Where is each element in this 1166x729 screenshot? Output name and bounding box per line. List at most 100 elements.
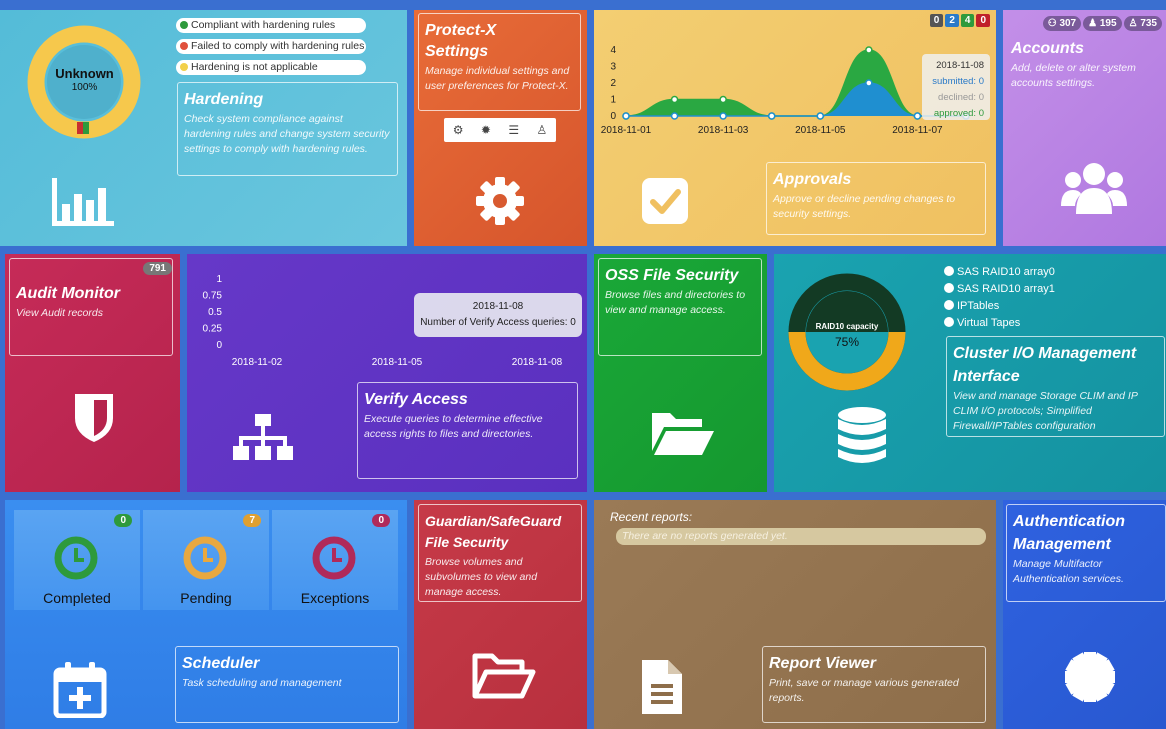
list-icon[interactable]: ☰ xyxy=(508,123,519,137)
clock-icon xyxy=(183,536,227,580)
x-tick-label: 2018-11-03 xyxy=(698,125,749,136)
tooltip-declined: declined: 0 xyxy=(938,92,984,103)
tile-title: Cluster I/O Management xyxy=(953,345,1137,362)
certificate-icon xyxy=(1065,652,1115,702)
tooltip-text: Number of Verify Access queries: 0 xyxy=(420,317,576,328)
x-tick-label: 2018-11-08 xyxy=(512,357,563,368)
audit-tile[interactable]: 791 Audit Monitor View Audit records xyxy=(5,254,180,492)
x-tick-label: 2018-11-05 xyxy=(372,357,423,368)
folder-open-outline-icon xyxy=(472,653,536,699)
completed-badge: 0 xyxy=(114,514,132,527)
data-point[interactable] xyxy=(865,46,873,54)
data-point[interactable] xyxy=(670,95,679,104)
tile-description: Manage Multifactor Authentication servic… xyxy=(1013,558,1124,585)
accounts-tile[interactable]: ⚇ 307 ♟ 195 ♙ 735 Accounts Add, delete o… xyxy=(1003,10,1166,246)
area-series-0 xyxy=(626,50,966,116)
legend-item: SAS RAID10 array0 xyxy=(944,264,1055,281)
hardening-gauge-percent: 100% xyxy=(71,82,98,93)
tile-title: Hardening xyxy=(184,91,264,108)
cogs-icon[interactable]: ⚙ xyxy=(453,123,464,137)
oss-info-box: OSS File Security Browse files and direc… xyxy=(598,258,762,356)
x-tick-label: 2018-11-05 xyxy=(795,125,846,136)
cluster-tile[interactable]: RAID10 capacity 75% SAS RAID10 array0 SA… xyxy=(774,254,1166,492)
tooltip-submitted: submitted: 0 xyxy=(932,76,984,87)
data-point[interactable] xyxy=(719,95,727,104)
verify-tile[interactable]: 0 0.25 0.5 0.75 1 2018-11-02 2018-11-05 2018-11… xyxy=(187,254,587,492)
user-icon[interactable]: ♙ xyxy=(537,123,548,137)
y-tick-label: 0 xyxy=(610,111,616,122)
tooltip-date: 2018-11-08 xyxy=(936,60,984,71)
accounts-badges: ⚇ 307 ♟ 195 ♙ 735 xyxy=(1042,16,1162,31)
data-point[interactable] xyxy=(670,112,679,120)
verify-info-box: Verify Access Execute queries to determi… xyxy=(357,382,578,479)
clock-icon xyxy=(312,536,356,580)
tile-description: Task scheduling and management xyxy=(182,677,342,689)
y-tick-label: 0.25 xyxy=(203,324,223,335)
legend-compliant: Compliant with hardening rules xyxy=(176,18,366,33)
cog-icon[interactable]: ✹ xyxy=(481,123,491,137)
cluster-legend: SAS RAID10 array0 SAS RAID10 array1 IPTa… xyxy=(944,264,1055,332)
y-tick-label: 4 xyxy=(610,45,616,56)
legend-item: SAS RAID10 array1 xyxy=(944,281,1055,298)
scheduler-cell-completed[interactable]: 0 Completed xyxy=(14,510,140,610)
scheduler-cell-exceptions[interactable]: 0 Exceptions xyxy=(272,510,398,610)
data-point[interactable] xyxy=(719,112,727,120)
tile-title: Scheduler xyxy=(182,655,260,672)
raid-capacity-gauge xyxy=(788,273,906,391)
protectx-info-box: Protect-X Settings Manage individual set… xyxy=(418,13,581,111)
y-tick-label: 3 xyxy=(610,62,616,73)
tile-description: Check system compliance against hardenin… xyxy=(184,113,390,155)
tile-title: Audit Monitor xyxy=(16,285,120,302)
x-tick-label: 2018-11-07 xyxy=(892,125,943,136)
data-point[interactable] xyxy=(767,112,776,120)
hardening-gauge-label: Unknown xyxy=(55,66,114,81)
calendar-plus-icon xyxy=(53,662,107,718)
tile-title: Verify Access xyxy=(364,391,468,408)
tile-title-line2: Settings xyxy=(425,43,489,60)
no-reports-message: There are no reports generated yet. xyxy=(616,528,986,545)
tile-title: OSS File Security xyxy=(605,267,739,284)
protectx-tile[interactable]: Protect-X Settings Manage individual set… xyxy=(414,10,587,246)
hardening-tile[interactable]: Unknown 100% Compliant with hardening ru… xyxy=(0,10,407,246)
gear-icon xyxy=(476,177,524,225)
legend-dot xyxy=(180,42,188,50)
auth-tile[interactable]: Authentication Management Manage Multifa… xyxy=(1003,500,1166,729)
data-point[interactable] xyxy=(816,112,825,120)
data-point[interactable] xyxy=(913,112,922,120)
tile-description: Browse files and directories to view and… xyxy=(605,289,746,316)
pending-badge: 7 xyxy=(243,514,261,527)
approvals-tile[interactable]: 0 2 4 0 0 1 2 3 4 2018-11-01 2018-11-03 2018-11… xyxy=(594,10,996,246)
accounts-info: Accounts Add, delete or alter system acc… xyxy=(1011,36,1161,91)
tile-description: Add, delete or alter system accounts set… xyxy=(1011,62,1136,89)
reports-info-box: Report Viewer Print, save or manage vari… xyxy=(762,646,986,723)
guardian-tile[interactable]: Guardian/SafeGuard File Security Browse … xyxy=(414,500,587,729)
tile-title-line2: Management xyxy=(1013,536,1111,553)
hardening-info-box: Hardening Check system compliance agains… xyxy=(177,82,398,176)
data-point[interactable] xyxy=(622,112,630,120)
x-tick-label: 2018-11-02 xyxy=(232,357,283,368)
data-point[interactable] xyxy=(865,79,873,87)
legend-item: IPTables xyxy=(944,298,1055,315)
clock-icon xyxy=(54,536,98,580)
y-tick-label: 0 xyxy=(216,340,222,351)
exceptions-label: Exceptions xyxy=(300,590,370,606)
protectx-toolbar: ⚙ ✹ ☰ ♙ xyxy=(444,118,556,142)
scheduler-cell-pending[interactable]: 7 Pending xyxy=(143,510,269,610)
tile-description: View and manage Storage CLIM and IP CLIM… xyxy=(953,390,1138,432)
completed-label: Completed xyxy=(43,590,111,606)
tile-description: Execute queries to determine effective a… xyxy=(364,413,543,440)
approvals-info-box: Approvals Approve or decline pending cha… xyxy=(766,162,986,235)
oss-tile[interactable]: OSS File Security Browse files and direc… xyxy=(594,254,767,492)
badge-users: ♟ 195 xyxy=(1083,16,1122,31)
legend-failed: Failed to comply with hardening rules xyxy=(176,39,366,54)
legend-dot xyxy=(180,63,188,71)
tile-title: Approvals xyxy=(773,171,852,188)
checkbox-icon xyxy=(642,178,688,224)
guardian-info-box: Guardian/SafeGuard File Security Browse … xyxy=(418,504,582,602)
raid-gauge-percent: 75% xyxy=(834,335,860,349)
scheduler-tile[interactable]: 0 Completed 7 Pending 0 Exceptions Sched… xyxy=(5,500,407,729)
legend-not-applicable: Hardening is not applicable xyxy=(176,60,366,75)
document-icon xyxy=(642,660,682,714)
reports-tile[interactable]: Recent reports: There are no reports gen… xyxy=(594,500,996,729)
sitemap-icon xyxy=(233,414,293,460)
